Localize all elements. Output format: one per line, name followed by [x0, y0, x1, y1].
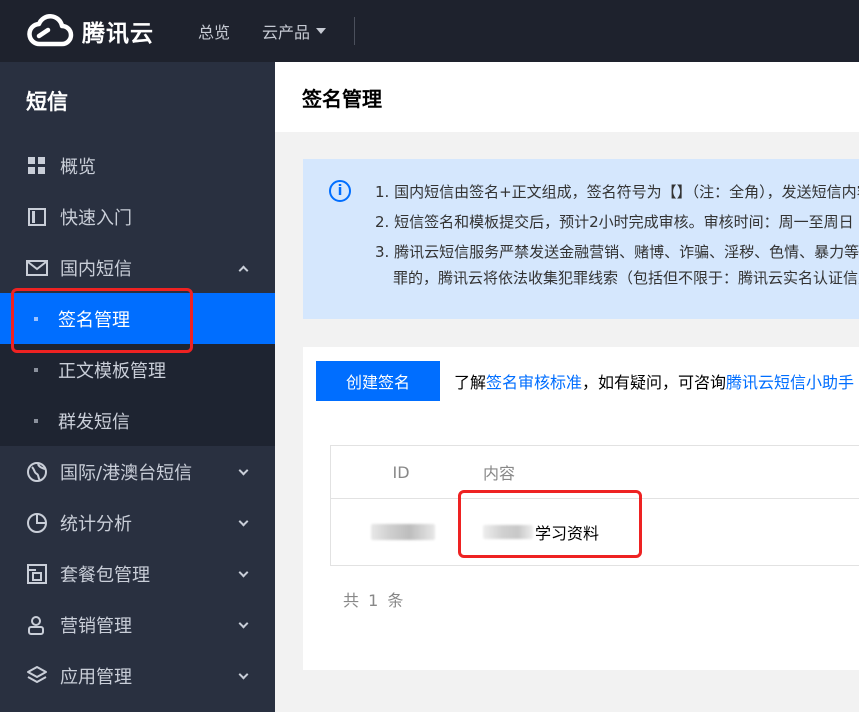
content-text: 学习资料 [535, 524, 600, 543]
nav-products[interactable]: 云产品 [262, 19, 327, 43]
content-cell: 学习资料 [483, 520, 599, 544]
notice-text: 1. 国内短信由签名+正文组成，签名符号为【】（注：全角），发送短信内容时必须带… [375, 179, 859, 295]
table-header: ID 内容 [331, 446, 859, 499]
redacted-text [483, 525, 533, 539]
domestic-sms-submenu: 签名管理 正文模板管理 群发短信 [0, 293, 275, 446]
notice-line: 3. 腾讯云短信服务严禁发送金融营销、赌博、诈骗、淫秽、色情、暴力等违法违规内容… [375, 243, 859, 261]
notice-line: 罪的，腾讯云将依法收集犯罪线索（包括但不限于：腾讯云实名认证信息等）并移交公安机… [393, 269, 859, 287]
chevron-down-icon [238, 567, 249, 578]
hint-mid: ，如有疑问，可咨询 [582, 373, 727, 392]
sidebar-item-label: 正文模板管理 [58, 360, 166, 382]
notice-banner: i 1. 国内短信由签名+正文组成，签名符号为【】（注：全角），发送短信内容时必… [303, 159, 859, 319]
sidebar-item-label: 群发短信 [58, 411, 130, 433]
bullet-icon [34, 418, 38, 423]
pie-chart-icon [26, 512, 48, 534]
globe-icon [26, 461, 48, 483]
chevron-down-icon [238, 465, 249, 476]
column-header-id: ID [392, 462, 410, 482]
chevron-down-icon [238, 669, 249, 680]
bullet-icon [34, 367, 38, 372]
sidebar-item-label: 套餐包管理 [60, 564, 150, 586]
notice-line: 1. 国内短信由签名+正文组成，签名符号为【】（注：全角），发送短信内容时必须带… [375, 183, 859, 201]
redacted-id [371, 524, 435, 540]
info-icon: i [329, 180, 351, 202]
sidebar-item-label: 概览 [60, 156, 96, 178]
column-header-content: 内容 [483, 464, 516, 483]
sidebar-item-label: 签名管理 [58, 309, 130, 331]
sidebar-item-label: 国际/港澳台短信 [60, 462, 193, 484]
signature-table: ID 内容 学习资料 [330, 445, 859, 566]
chevron-down-icon [238, 516, 249, 527]
table-row[interactable]: 学习资料 [331, 499, 859, 565]
bullet-icon [34, 316, 38, 321]
sidebar-item-label: 营销管理 [60, 615, 132, 637]
brand-name: 腾讯云 [82, 21, 154, 47]
cloud-logo-icon [27, 14, 74, 47]
main-content: 签名管理 i 1. 国内短信由签名+正文组成，签名符号为【】（注：全角），发送短… [275, 62, 859, 712]
toolbar-hint: 了解签名审核标准，如有疑问，可咨询腾讯云短信小助手 [454, 369, 854, 393]
book-icon [26, 206, 48, 228]
package-icon [26, 563, 48, 585]
sidebar-item-bulk-sms[interactable]: 群发短信 [0, 395, 275, 446]
sidebar-item-label: 快速入门 [60, 207, 132, 229]
brand-logo[interactable]: 腾讯云 [26, 14, 154, 48]
nav-divider [354, 17, 356, 45]
sidebar-item-label: 统计分析 [60, 513, 132, 535]
sidebar-item-packages[interactable]: 套餐包管理 [0, 548, 275, 599]
chevron-down-icon [238, 618, 249, 629]
sidebar-item-label: 国内短信 [60, 258, 132, 280]
sidebar-item-quickstart[interactable]: 快速入门 [0, 191, 275, 242]
users-icon [26, 614, 48, 636]
sidebar-item-statistics[interactable]: 统计分析 [0, 497, 275, 548]
nav-products-label: 云产品 [262, 23, 311, 42]
toolbar: 创建签名 了解签名审核标准，如有疑问，可咨询腾讯云短信小助手 [316, 361, 854, 401]
create-signature-button[interactable]: 创建签名 [316, 361, 440, 401]
sidebar-item-overview[interactable]: 概览 [0, 140, 275, 191]
chevron-up-icon [238, 265, 249, 276]
notice-line: 2. 短信签名和模板提交后，预计2小时完成审核。审核时间：周一至周日 9:00-… [375, 213, 859, 231]
layers-icon [26, 665, 48, 687]
nav-overview[interactable]: 总览 [198, 19, 230, 43]
top-nav: 总览 云产品 [198, 17, 356, 45]
top-bar: 腾讯云 总览 云产品 [0, 0, 859, 62]
sidebar: 短信 概览 快速入门 国内短信 签名管理 正文模板管理 群发短信 国际/港澳台短… [0, 62, 275, 712]
mail-icon [26, 257, 48, 279]
hint-prefix: 了解 [454, 373, 487, 392]
sidebar-item-domestic-sms[interactable]: 国内短信 [0, 242, 275, 293]
sms-assistant-link[interactable]: 腾讯云短信小助手 [726, 373, 854, 392]
sidebar-item-label: 应用管理 [60, 666, 132, 688]
signature-card: 创建签名 了解签名审核标准，如有疑问，可咨询腾讯云短信小助手 ID 内容 学习资… [303, 347, 859, 670]
sidebar-item-marketing[interactable]: 营销管理 [0, 599, 275, 650]
sidebar-title: 短信 [26, 90, 68, 114]
total-count: 共 1 条 [343, 591, 406, 610]
sidebar-item-signature-management[interactable]: 签名管理 [0, 293, 275, 344]
grid-icon [26, 155, 48, 177]
sidebar-item-template-management[interactable]: 正文模板管理 [0, 344, 275, 395]
caret-down-icon [316, 28, 327, 34]
page-title: 签名管理 [275, 62, 859, 132]
sidebar-item-apps[interactable]: 应用管理 [0, 650, 275, 701]
sidebar-item-international-sms[interactable]: 国际/港澳台短信 [0, 446, 275, 497]
review-standard-link[interactable]: 签名审核标准 [486, 373, 582, 392]
